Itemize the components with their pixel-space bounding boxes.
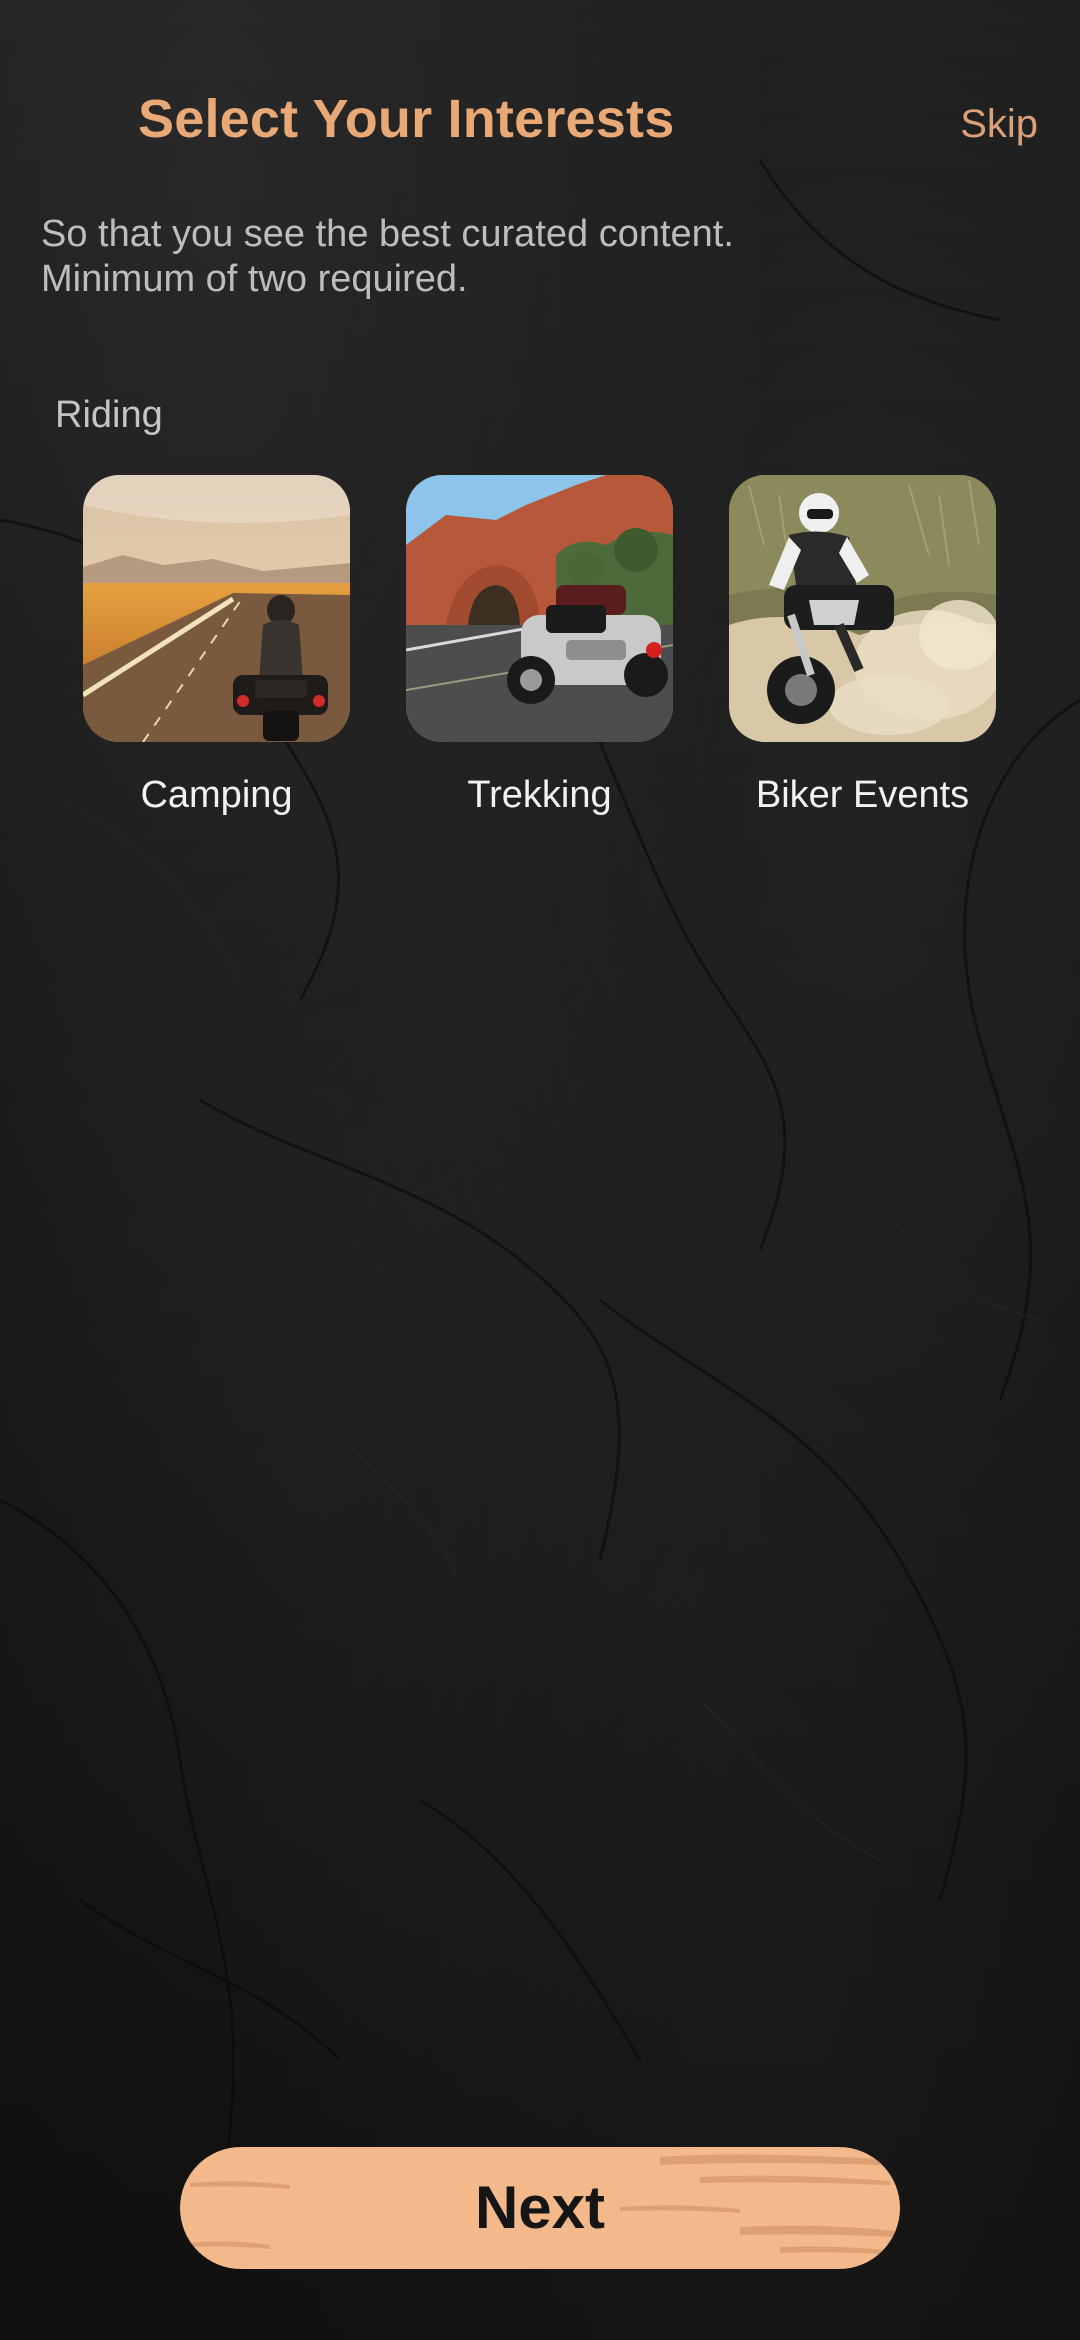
next-button[interactable]: Next (180, 2147, 900, 2269)
cracked-stone-background (0, 159, 1080, 2201)
intro-line-2: Minimum of two required. (41, 258, 468, 300)
interests-screen: Select Your Interests Skip So that you s… (0, 0, 1080, 2340)
interest-card-biker-events[interactable]: Biker Events (729, 475, 996, 817)
biker-events-photo (729, 475, 996, 742)
interest-label-biker-events: Biker Events (755, 774, 970, 816)
intro-line-1: So that you see the best curated content… (41, 213, 734, 255)
next-button-label: Next (474, 2174, 606, 2241)
section-label-riding: Riding (55, 394, 163, 436)
interest-label-trekking: Trekking (467, 774, 612, 816)
page-title: Select Your Interests (138, 89, 675, 149)
interest-card-camping[interactable]: Camping (83, 475, 350, 817)
interest-label-camping: Camping (140, 774, 293, 816)
trekking-photo (406, 475, 673, 742)
interest-card-trekking[interactable]: Trekking (406, 475, 673, 817)
skip-button[interactable]: Skip (960, 102, 1038, 147)
intro-text: So that you see the best curated content… (41, 212, 991, 302)
camping-photo (83, 475, 350, 742)
